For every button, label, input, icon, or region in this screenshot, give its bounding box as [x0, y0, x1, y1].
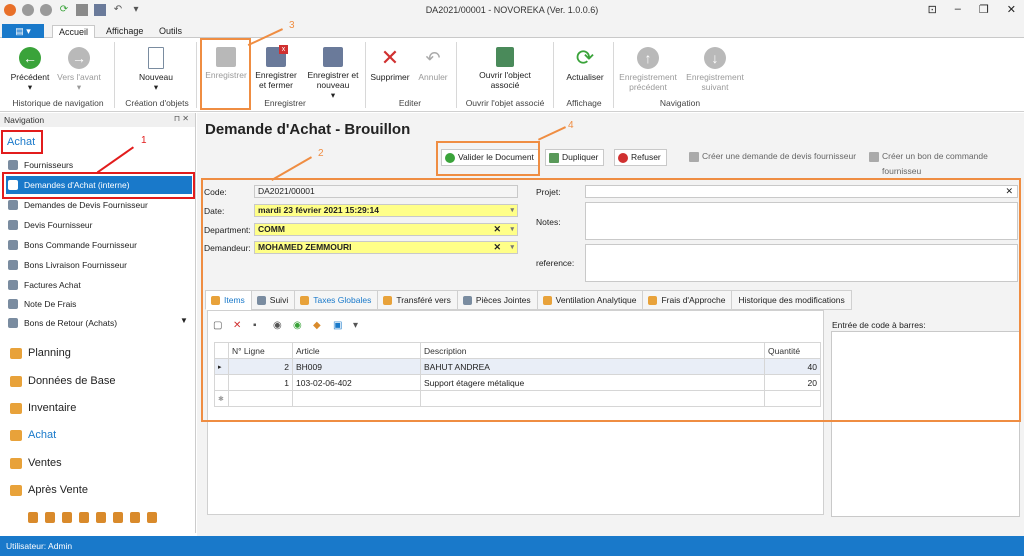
navigation-header: Navigation ⊓ ✕	[0, 113, 195, 127]
refresh-icon: ⟳	[575, 45, 595, 70]
refuse-icon	[618, 153, 628, 163]
arrow-right-icon: →	[68, 47, 90, 69]
status-bar: Utilisateur: Admin	[0, 536, 1024, 556]
enregistrer-fermer-button[interactable]: x Enregistrer et fermer	[253, 45, 299, 90]
group-enregistrer: Enregistrer	[264, 98, 306, 108]
module-ventes[interactable]: Ventes	[10, 457, 62, 469]
sales-icon	[10, 458, 22, 469]
app-menu-button[interactable]: ▤ ▾	[2, 24, 44, 38]
tab-outils[interactable]: Outils	[153, 25, 188, 37]
precedent-button[interactable]: ← Précédent ▾	[8, 47, 52, 92]
creer-bon-button[interactable]: Créer un bon de commande fournisseu	[866, 149, 1024, 176]
vers-avant-button[interactable]: → Vers l'avant ▾	[56, 47, 102, 92]
supprimer-button[interactable]: ✕ Supprimer	[369, 45, 411, 83]
module-shortcut-icon[interactable]	[62, 512, 72, 523]
cart-icon	[10, 430, 22, 441]
group-affichage: Affichage	[566, 98, 602, 108]
nouveau-button[interactable]: Nouveau ▾	[134, 47, 178, 92]
callout-box-2	[201, 178, 1021, 422]
order-icon	[8, 240, 18, 250]
module-shortcut-icon[interactable]	[113, 512, 123, 523]
nav-item-devis[interactable]: Devis Fournisseur	[6, 216, 192, 234]
save-close-icon: x	[266, 45, 288, 67]
callout-number-4: 4	[568, 120, 574, 131]
nav-scroll-icon[interactable]: ▼	[180, 316, 188, 325]
module-shortcut-icon[interactable]	[79, 512, 89, 523]
restore-ribbon-icon[interactable]: ⊡	[928, 3, 937, 16]
nav-bottom-icons	[28, 512, 157, 523]
dupliquer-button[interactable]: Dupliquer	[545, 149, 605, 166]
ouvrir-objet-button[interactable]: Ouvrir l'object associé	[470, 47, 540, 90]
maximize-icon[interactable]: ❐	[979, 3, 989, 16]
nav-item-factures[interactable]: Factures Achat	[6, 276, 192, 294]
window-controls: ⊡ – ❐ ✕	[928, 3, 1016, 16]
group-navigation: Navigation	[659, 98, 701, 108]
callout-number-3: 3	[289, 20, 295, 31]
minimize-icon[interactable]: –	[955, 3, 961, 16]
callout-number-2: 2	[318, 148, 324, 159]
enregistrement-precedent-button[interactable]: ↑ Enregistrement précédent	[616, 47, 680, 92]
callout-box-3	[200, 38, 251, 110]
actualiser-button[interactable]: ⟳ Actualiser	[560, 45, 610, 83]
callout-number-1: 1	[141, 135, 147, 146]
delete-x-icon: ✕	[380, 45, 400, 70]
pin-icon[interactable]: ⊓ ✕	[174, 114, 189, 123]
quote-icon	[8, 220, 18, 230]
delivery-icon	[8, 260, 18, 270]
document-icon	[689, 152, 699, 162]
refuser-button[interactable]: Refuser	[614, 149, 667, 166]
tab-affichage[interactable]: Affichage	[100, 25, 149, 37]
duplicate-icon	[549, 153, 559, 163]
group-creation: Création d'objets	[125, 98, 189, 108]
module-apres-vente[interactable]: Après Vente	[10, 484, 88, 496]
callout-box-4	[436, 141, 540, 176]
return-icon	[8, 318, 18, 328]
new-document-icon	[148, 47, 164, 69]
undo-arrow-icon: ↶	[425, 48, 441, 68]
group-ouvrir: Ouvrir l'objet associé	[465, 98, 545, 108]
group-historique: Historique de navigation	[12, 98, 104, 108]
folder-icon	[10, 348, 22, 359]
save-new-icon	[323, 47, 343, 67]
expense-icon	[8, 299, 18, 309]
document-icon	[869, 152, 879, 162]
folder-icon	[10, 485, 22, 496]
nav-item-bons-commande[interactable]: Bons Commande Fournisseur	[6, 236, 192, 254]
module-inventaire[interactable]: Inventaire	[10, 402, 76, 414]
close-icon[interactable]: ✕	[1007, 3, 1016, 16]
inventory-icon	[10, 403, 22, 414]
folder-icon	[10, 376, 22, 387]
nav-section-achat[interactable]: Achat	[1, 130, 43, 154]
module-shortcut-icon[interactable]	[130, 512, 140, 523]
module-donnees-base[interactable]: Données de Base	[10, 375, 115, 387]
open-object-icon	[496, 47, 514, 67]
nav-item-bons-retour[interactable]: Bons de Retour (Achats)	[6, 314, 192, 332]
module-achat[interactable]: Achat	[10, 429, 56, 441]
window-title: DA2021/00001 - NOVOREKA (Ver. 1.0.0.6)	[425, 5, 599, 15]
arrow-left-icon: ←	[19, 47, 41, 69]
page-title: Demande d'Achat - Brouillon	[205, 121, 411, 138]
enregistrer-nouveau-button[interactable]: Enregistrer et nouveau ▾	[303, 47, 363, 100]
module-shortcut-icon[interactable]	[96, 512, 106, 523]
nav-item-note-frais[interactable]: Note De Frais	[6, 295, 192, 313]
supplier-icon	[8, 160, 18, 170]
module-shortcut-icon[interactable]	[45, 512, 55, 523]
module-planning[interactable]: Planning	[10, 347, 71, 359]
nav-item-bons-livraison[interactable]: Bons Livraison Fournisseur	[6, 256, 192, 274]
module-shortcut-icon[interactable]	[147, 512, 157, 523]
creer-devis-button[interactable]: Créer une demande de devis fournisseur	[686, 149, 861, 166]
group-editer: Editer	[398, 98, 422, 108]
callout-box-1	[2, 172, 195, 199]
enregistrement-suivant-button[interactable]: ↓ Enregistrement suivant	[684, 47, 746, 92]
module-shortcut-icon[interactable]	[28, 512, 38, 523]
document-icon	[8, 200, 18, 210]
invoice-icon	[8, 280, 18, 290]
arrow-up-icon: ↑	[637, 47, 659, 69]
arrow-down-icon: ↓	[704, 47, 726, 69]
annuler-button[interactable]: ↶ Annuler	[414, 47, 452, 82]
tab-accueil[interactable]: Accueil	[52, 25, 96, 39]
